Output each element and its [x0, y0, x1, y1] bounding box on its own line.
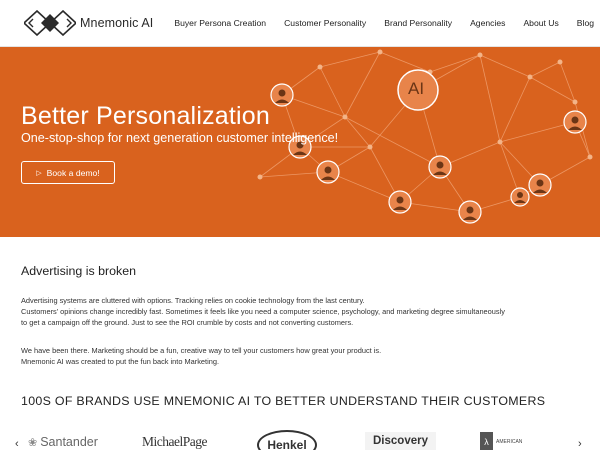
chevron-left-icon[interactable]: ‹ [15, 438, 19, 450]
paragraph-line: We have been there. Marketing should be … [21, 346, 382, 355]
chevron-right-icon[interactable]: › [578, 438, 582, 450]
brand-logo-text: AMERICAN [496, 439, 523, 445]
nav-blog[interactable]: Blog [577, 18, 594, 28]
paragraph-line: Customers’ opinions change incredibly fa… [21, 307, 505, 316]
brands-heading: 100S OF BRANDS USE MNEMONIC AI TO BETTER… [21, 394, 546, 408]
brand-logo-text: Santander [40, 435, 98, 449]
nav-buyer-persona-creation[interactable]: Buyer Persona Creation [174, 18, 266, 28]
nav-customer-personality[interactable]: Customer Personality [284, 18, 366, 28]
paragraph-1: Advertising systems are cluttered with o… [21, 295, 591, 328]
paragraph-line: Mnemonic AI was created to put the fun b… [21, 357, 220, 366]
demo-icon: ▷ [36, 169, 42, 177]
hero-banner: AI Better Personalization One-stop-shop … [0, 47, 600, 237]
brand-logo-henkel: Henkel [257, 430, 317, 450]
nav-about-us[interactable]: About Us [523, 18, 558, 28]
nav-brand-personality[interactable]: Brand Personality [384, 18, 452, 28]
main-menu: Buyer Persona Creation Customer Personal… [156, 0, 594, 46]
brand-logo-discovery: Discovery [365, 432, 436, 450]
flame-icon: ❀ [28, 436, 38, 449]
logo-text: Mnemonic AI [80, 16, 154, 30]
logo[interactable]: Mnemonic AI [24, 10, 153, 36]
book-demo-label: Book a demo! [46, 167, 100, 178]
section-heading-advertising: Advertising is broken [21, 264, 137, 278]
paragraph-line: to get a campaign off the ground. Just t… [21, 318, 354, 327]
brand-logo-american-standard: λ AMERICAN [480, 432, 522, 450]
brand-mark-icon: λ [480, 432, 493, 450]
logo-icon [24, 10, 76, 36]
book-demo-button[interactable]: ▷ Book a demo! [21, 161, 115, 184]
hero-subtitle: One-stop-shop for next generation custom… [21, 131, 339, 145]
top-navigation: Mnemonic AI Buyer Persona Creation Custo… [0, 0, 600, 47]
hero-title: Better Personalization [21, 102, 270, 130]
nav-agencies[interactable]: Agencies [470, 18, 505, 28]
brand-logo-santander: ❀ Santander [28, 432, 98, 450]
paragraph-2: We have been there. Marketing should be … [21, 345, 591, 367]
brand-logo-michaelpage: MichaelPage [142, 434, 207, 449]
ai-badge-label: AI [408, 79, 425, 98]
paragraph-line: Advertising systems are cluttered with o… [21, 296, 365, 305]
